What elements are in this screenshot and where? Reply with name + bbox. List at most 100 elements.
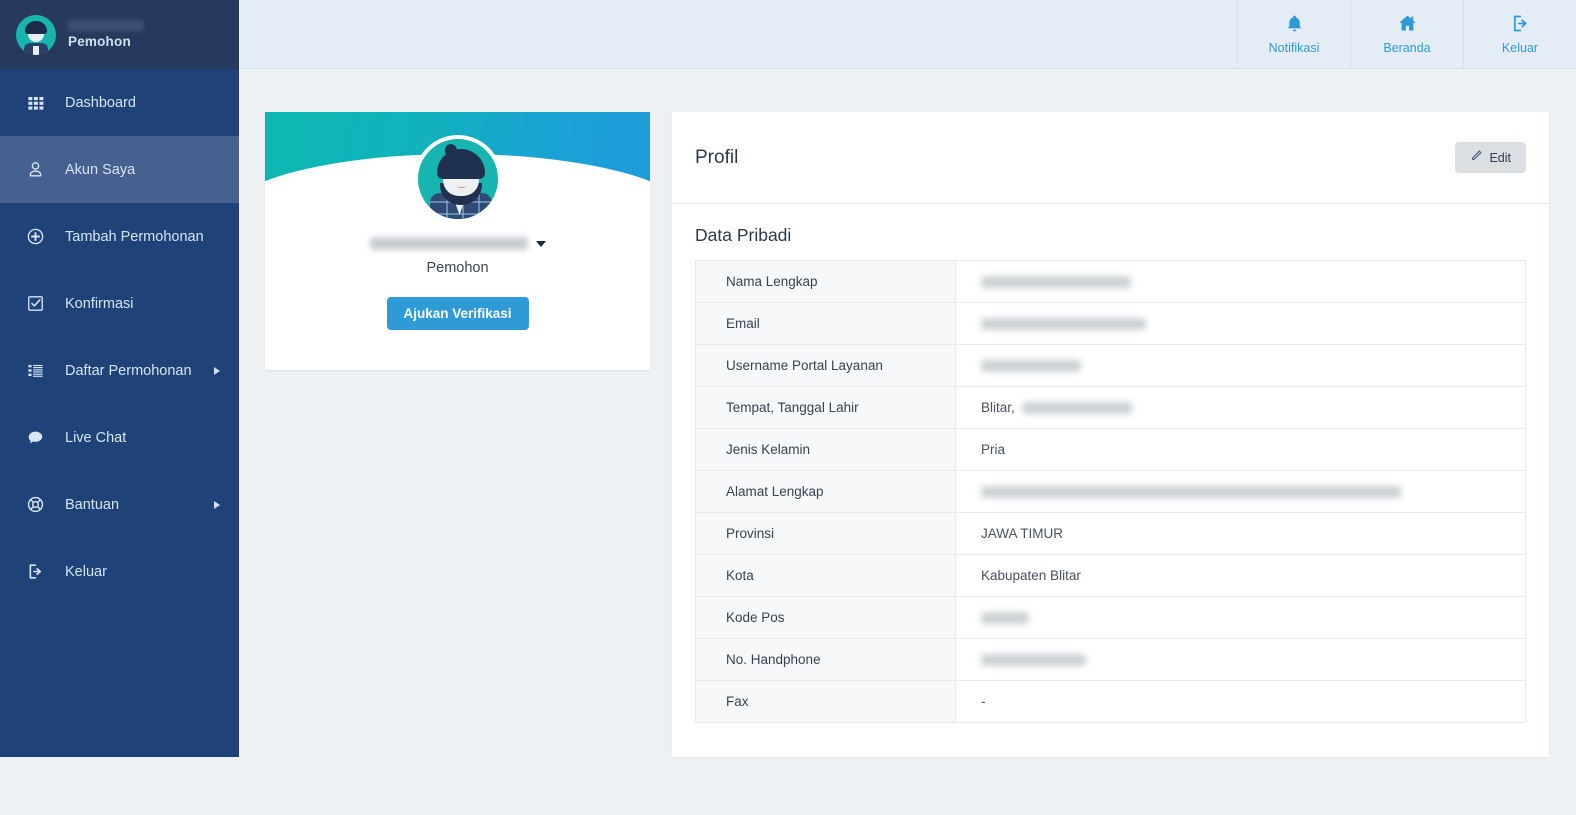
topbar-item-label: Notifikasi — [1268, 40, 1320, 55]
field-value-text: JAWA TIMUR — [981, 526, 1064, 541]
chat-bubble-icon — [26, 428, 56, 447]
redacted-value — [981, 486, 1401, 499]
list-icon — [26, 361, 56, 380]
field-label: Email — [695, 302, 956, 345]
redacted-value — [981, 360, 1081, 373]
profile-summary-card: Pemohon Ajukan Verifikasi — [265, 112, 650, 370]
field-value: JAWA TIMUR — [955, 512, 1526, 555]
sidebar-item-label: Dashboard — [65, 94, 136, 111]
field-label: No. Handphone — [695, 638, 956, 681]
table-row: Jenis Kelamin Pria — [695, 428, 1526, 471]
field-value-text: - — [981, 694, 986, 709]
sidebar-nav: Dashboard Akun Saya Tambah Permohonan Konfi… — [0, 69, 239, 605]
sidebar: Pemohon Dashboard Akun Saya Tambah Permoho… — [0, 0, 239, 757]
edit-button-label: Edit — [1489, 150, 1511, 165]
sidebar-item-label: Bantuan — [65, 496, 120, 513]
user-icon — [26, 160, 56, 179]
sidebar-item-akun-saya[interactable]: Akun Saya — [0, 136, 239, 203]
lifebuoy-icon — [26, 495, 56, 514]
top-header-bar: Notifikasi Beranda Keluar — [239, 0, 1576, 69]
topbar-item-beranda[interactable]: Beranda — [1350, 0, 1463, 68]
field-label: Username Portal Layanan — [695, 344, 956, 387]
field-label: Provinsi — [695, 512, 956, 555]
logout-icon — [1510, 13, 1531, 37]
page-title: Profil — [695, 146, 739, 168]
sidebar-item-dashboard[interactable]: Dashboard — [0, 69, 239, 136]
field-value-text: Pria — [981, 442, 1006, 457]
field-value-text: Blitar, — [981, 400, 1015, 415]
profile-card-header: Profil Edit — [672, 112, 1549, 204]
ajukan-verifikasi-button[interactable]: Ajukan Verifikasi — [386, 297, 529, 330]
table-row: Kode Pos — [695, 596, 1526, 639]
field-value — [955, 638, 1526, 681]
redacted-value — [981, 318, 1146, 331]
topbar-item-label: Beranda — [1383, 40, 1431, 55]
sidebar-item-live-chat[interactable]: Live Chat — [0, 404, 239, 471]
field-value — [955, 344, 1526, 387]
sidebar-item-label: Tambah Permohonan — [65, 228, 204, 245]
field-value: Blitar, — [955, 386, 1526, 429]
sidebar-user-name-redacted — [68, 20, 144, 31]
field-value — [955, 260, 1526, 303]
field-label: Nama Lengkap — [695, 260, 956, 303]
profile-avatar-illustration — [413, 135, 502, 223]
field-value: Kabupaten Blitar — [955, 554, 1526, 597]
field-label: Jenis Kelamin — [695, 428, 956, 471]
table-row: Username Portal Layanan — [695, 344, 1526, 387]
sidebar-item-konfirmasi[interactable]: Konfirmasi — [0, 270, 239, 337]
sidebar-item-label: Daftar Permohonan — [65, 362, 192, 379]
sidebar-item-keluar[interactable]: Keluar — [0, 538, 239, 605]
topbar-item-keluar[interactable]: Keluar — [1463, 0, 1576, 68]
field-value: - — [956, 681, 1526, 723]
section-title: Data Pribadi — [695, 225, 792, 245]
topbar-item-label: Keluar — [1501, 40, 1539, 55]
field-value-text: Kabupaten Blitar — [981, 568, 1081, 583]
profile-name-row[interactable] — [265, 237, 650, 250]
table-row: Alamat Lengkap — [695, 470, 1526, 513]
field-label: Alamat Lengkap — [695, 470, 956, 513]
sidebar-item-label: Akun Saya — [65, 161, 136, 178]
field-value — [955, 596, 1526, 639]
personal-data-table: Nama Lengkap Email Username Portal Layanan… — [695, 260, 1526, 723]
field-value: Pria — [955, 428, 1526, 471]
table-row: Provinsi JAWA TIMUR — [695, 512, 1526, 555]
table-row: Email — [695, 302, 1526, 345]
table-row: Tempat, Tanggal Lahir Blitar, — [695, 386, 1526, 429]
sidebar-item-label: Live Chat — [65, 429, 127, 446]
logout-icon — [26, 562, 56, 581]
chevron-down-icon[interactable] — [535, 240, 546, 247]
check-square-icon — [26, 294, 56, 313]
sidebar-item-bantuan[interactable]: Bantuan — [0, 471, 239, 538]
chevron-right-icon[interactable] — [214, 500, 220, 509]
field-label: Kode Pos — [695, 596, 956, 639]
sidebar-user-header[interactable]: Pemohon — [0, 0, 239, 69]
sidebar-avatar — [16, 14, 56, 55]
field-value — [955, 470, 1526, 513]
field-value — [955, 302, 1526, 345]
field-label: Kota — [695, 554, 956, 597]
sidebar-item-daftar-permohonan[interactable]: Daftar Permohonan — [0, 337, 239, 404]
profile-detail-card: Profil Edit Data Pribadi Nama Lengkap Ema… — [672, 112, 1549, 757]
topbar-item-notifikasi[interactable]: Notifikasi — [1237, 0, 1350, 68]
grid-icon — [26, 93, 56, 112]
profile-name-redacted — [369, 237, 528, 250]
edit-button[interactable]: Edit — [1455, 142, 1526, 173]
redacted-value — [1021, 402, 1132, 415]
table-row: No. Handphone — [695, 638, 1526, 681]
sidebar-item-tambah-permohonan[interactable]: Tambah Permohonan — [0, 203, 239, 270]
table-row: Kota Kabupaten Blitar — [695, 554, 1526, 597]
sidebar-item-label: Konfirmasi — [65, 295, 134, 312]
sidebar-user-role: Pemohon — [68, 34, 131, 49]
chevron-right-icon[interactable] — [214, 366, 220, 375]
profile-role-label: Pemohon — [426, 260, 489, 276]
sidebar-item-label: Keluar — [65, 563, 107, 580]
plus-circle-icon — [26, 227, 56, 246]
pencil-icon — [1470, 150, 1483, 165]
field-label: Fax — [695, 680, 956, 723]
redacted-value — [981, 612, 1029, 625]
home-icon — [1397, 13, 1418, 37]
table-row: Fax - — [695, 680, 1526, 723]
redacted-value — [981, 276, 1131, 289]
table-row: Nama Lengkap — [695, 260, 1526, 303]
bell-icon — [1284, 13, 1305, 37]
